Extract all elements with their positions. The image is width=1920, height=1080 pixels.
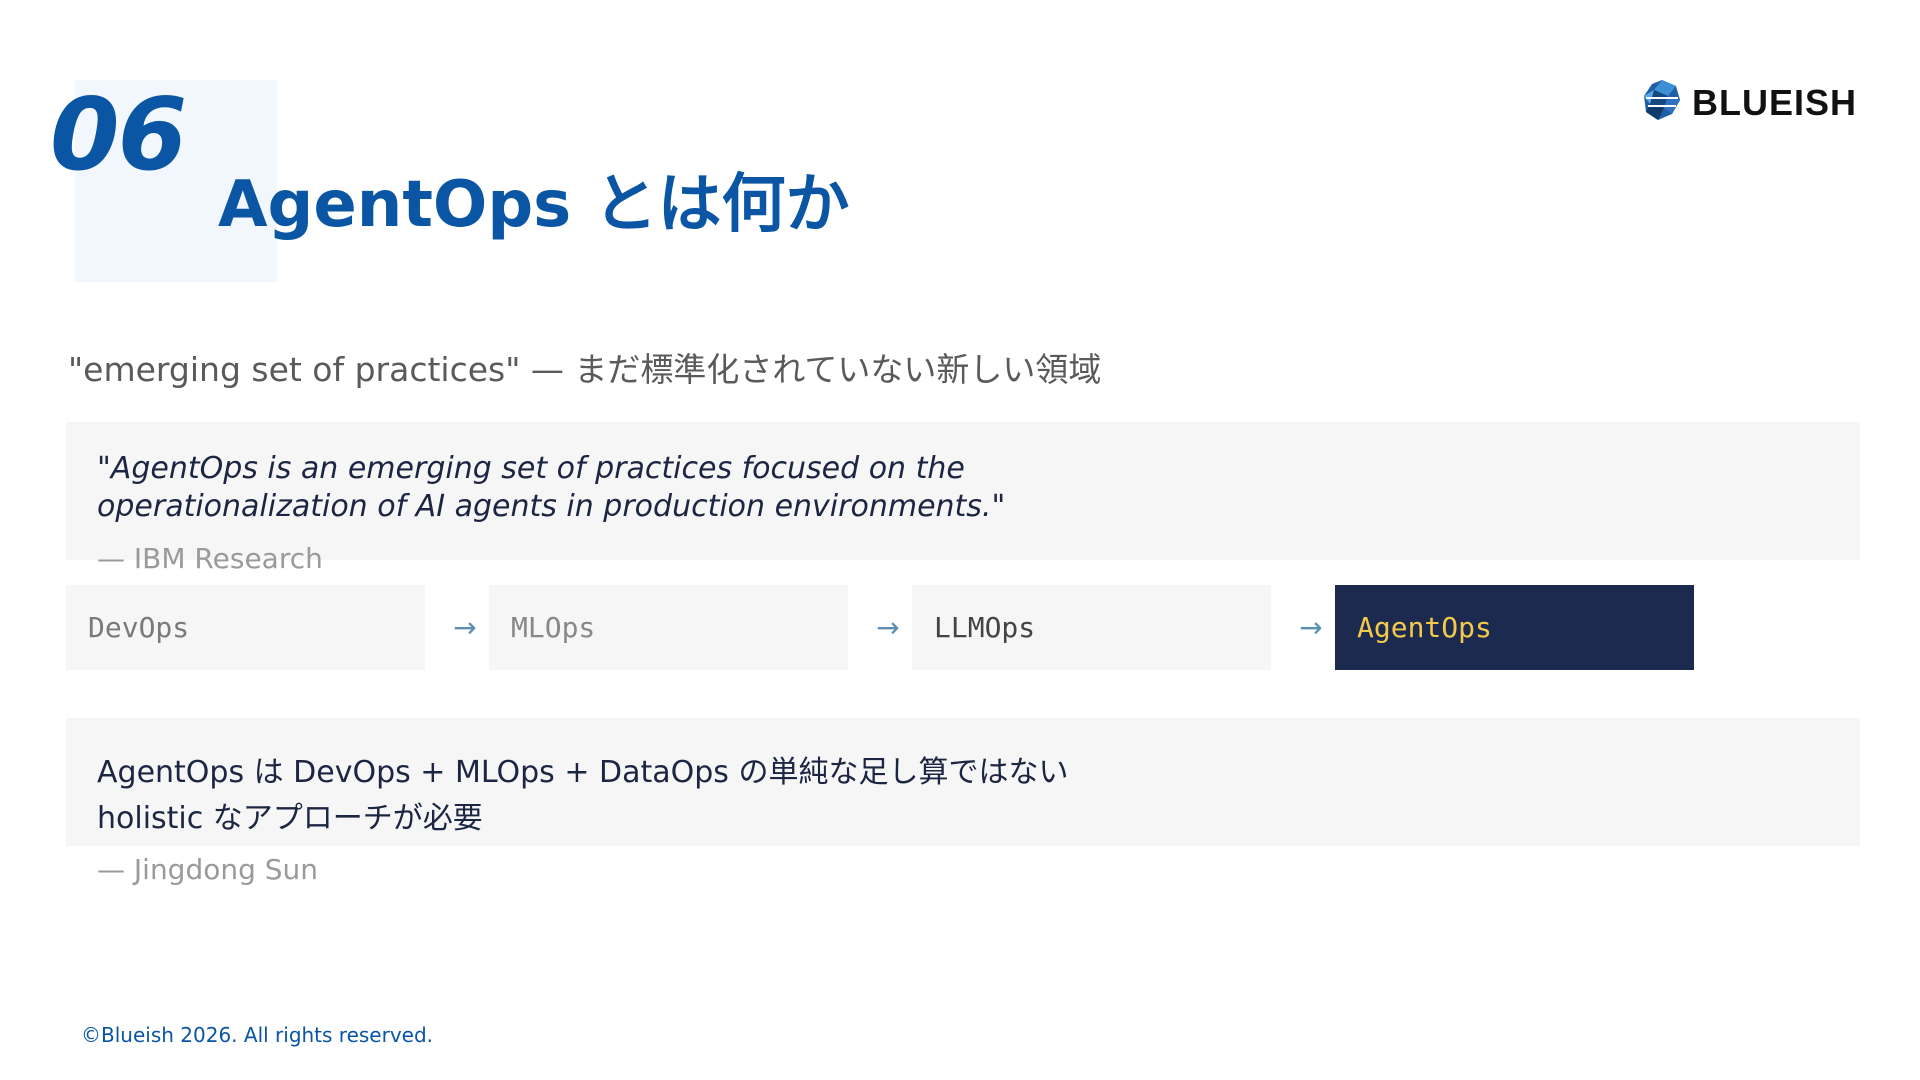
flow-step-llmops: LLMOps: [912, 585, 1271, 670]
blueish-logo-icon: [1640, 78, 1684, 127]
note-attribution: — Jingdong Sun: [97, 853, 319, 886]
logo-text: BLUEISH: [1692, 81, 1858, 123]
flow-step-agentops: AgentOps: [1335, 585, 1694, 670]
subtitle: "emerging set of practices" — まだ標準化されていな…: [68, 350, 1102, 389]
evolution-flow: DevOps → MLOps → LLMOps → AgentOps: [66, 585, 1696, 670]
section-number: 06: [50, 76, 187, 193]
copyright-footer: ©Blueish 2026. All rights reserved.: [81, 1023, 434, 1047]
quote-text: "AgentOps is an emerging set of practice…: [97, 451, 1006, 524]
arrow-right-icon: →: [876, 610, 900, 644]
logo: BLUEISH: [1640, 78, 1857, 127]
flow-step-devops: DevOps: [66, 585, 425, 670]
note-line-2: holistic なアプローチが必要: [97, 801, 483, 836]
page-title: AgentOps とは何か: [218, 168, 850, 242]
note-text: AgentOps は DevOps + MLOps + DataOps の単純な…: [97, 750, 1297, 842]
note-line-1: AgentOps は DevOps + MLOps + DataOps の単純な…: [97, 755, 1069, 790]
flow-step-mlops: MLOps: [489, 585, 848, 670]
arrow-right-icon: →: [453, 610, 477, 644]
arrow-right-icon: →: [1299, 610, 1323, 644]
slide: 06 AgentOps とは何か BLUEISH "emerging set o…: [0, 0, 1920, 1080]
quote-attribution: — IBM Research: [97, 542, 323, 575]
